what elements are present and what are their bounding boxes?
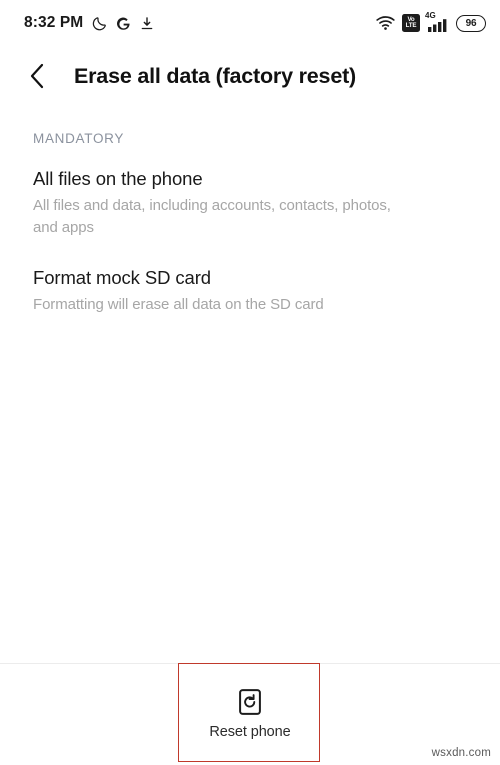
signal-bars-icon: 4G: [425, 11, 449, 33]
reset-phone-icon: [238, 688, 262, 715]
title-bar: Erase all data (factory reset): [0, 52, 500, 100]
list-item-subtitle: Formatting will erase all data on the SD…: [33, 296, 324, 314]
list-item-title: All files on the phone: [33, 168, 203, 189]
status-time: 8:32 PM: [24, 14, 84, 31]
network-type-label: 4G: [425, 11, 436, 20]
list-item-format-sd-card[interactable]: Format mock SD card Formatting will eras…: [0, 266, 500, 316]
battery-icon: 96: [456, 14, 486, 32]
google-g-icon: [116, 16, 131, 31]
back-chevron-icon[interactable]: [22, 61, 52, 91]
wifi-icon: [376, 15, 395, 31]
list-item-all-files[interactable]: All files on the phone All files and dat…: [0, 167, 500, 238]
section-header-mandatory: MANDATORY: [33, 131, 125, 146]
download-icon: [140, 16, 154, 31]
phone-screen: 8:32 PM Vo LTE 4G 96 Erase all data (fac…: [0, 0, 500, 765]
reset-phone-button[interactable]: Reset phone: [190, 688, 310, 740]
status-bar-left: 8:32 PM: [24, 14, 154, 32]
status-bar: 8:32 PM Vo LTE 4G 96: [0, 0, 500, 46]
page-title: Erase all data (factory reset): [74, 63, 356, 88]
moon-icon: [92, 16, 107, 31]
status-bar-right: Vo LTE 4G 96: [376, 11, 486, 33]
watermark: wsxdn.com: [431, 747, 491, 759]
battery-level-label: 96: [465, 17, 477, 29]
list-item-subtitle: All files and data, including accounts, …: [33, 196, 391, 236]
settings-list: All files on the phone All files and dat…: [0, 167, 500, 316]
list-item-title: Format mock SD card: [33, 267, 211, 289]
volte-icon: Vo LTE: [402, 14, 420, 32]
volte-line-2: LTE: [405, 22, 417, 30]
bottom-action-bar: Reset phone: [0, 664, 500, 765]
reset-phone-label: Reset phone: [209, 724, 291, 740]
